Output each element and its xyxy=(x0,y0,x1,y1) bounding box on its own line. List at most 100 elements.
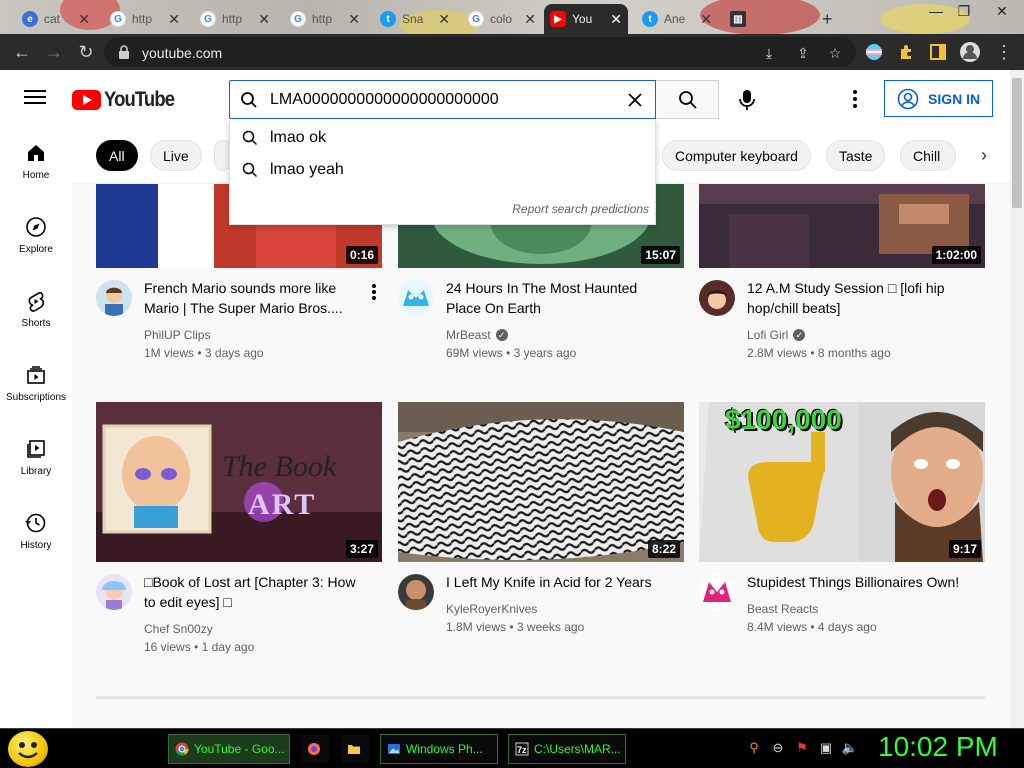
video-thumbnail[interactable]: 1:02:00 xyxy=(699,184,985,268)
sidebar-item-subscriptions[interactable]: Subscriptions xyxy=(0,348,72,414)
search-suggestion[interactable]: lmao ok xyxy=(230,123,657,153)
channel-avatar[interactable] xyxy=(96,574,132,610)
close-tab-icon[interactable]: ✕ xyxy=(700,11,712,28)
youtube-logo[interactable]: YouTube xyxy=(72,88,184,112)
channel-name[interactable]: MrBeast ✓ xyxy=(446,328,508,342)
channel-name-text[interactable]: Chef Sn00zy xyxy=(144,622,213,636)
start-button-smiley-icon[interactable] xyxy=(8,731,48,767)
video-thumbnail[interactable]: The Book ART 3:27 xyxy=(96,402,382,562)
page-scrollbar[interactable] xyxy=(1010,70,1024,728)
close-tab-icon[interactable]: ✕ xyxy=(168,11,180,28)
extension-flag-icon[interactable] xyxy=(865,43,883,61)
sidebar-item-shorts[interactable]: Shorts xyxy=(0,274,72,340)
browser-tab[interactable]: G http ✕ xyxy=(194,4,276,34)
close-tab-icon[interactable]: ✕ xyxy=(258,11,270,28)
video-title[interactable]: □Book of Lost art [Chapter 3: How to edi… xyxy=(144,572,364,612)
video-title[interactable]: Stupidest Things Billionaires Own! xyxy=(747,572,967,592)
browser-tab[interactable]: G colo ✕ xyxy=(462,4,542,34)
clear-search-icon[interactable] xyxy=(625,90,645,110)
settings-more-icon[interactable] xyxy=(845,87,865,111)
video-title[interactable]: 24 Hours In The Most Haunted Place On Ea… xyxy=(446,278,666,318)
install-app-icon[interactable]: ⤓ xyxy=(760,44,778,62)
minimize-icon[interactable]: — xyxy=(924,0,948,22)
close-tab-icon[interactable]: ✕ xyxy=(78,11,90,28)
video-menu-icon[interactable] xyxy=(366,282,382,302)
chip-live[interactable]: Live xyxy=(150,140,202,171)
report-predictions-link[interactable]: Report search predictions xyxy=(512,202,649,216)
back-icon[interactable]: ← xyxy=(10,40,34,64)
taskbar-item-7zip[interactable]: 7z C:\Users\MAR... xyxy=(508,734,626,764)
status-circle-tray-icon[interactable]: ⊖ xyxy=(770,740,786,756)
address-bar[interactable]: youtube.com ⤓ ⇪ ☆ xyxy=(104,37,856,67)
video-title[interactable]: 12 A.M Study Session □ [lofi hip hop/chi… xyxy=(747,278,967,318)
chevron-right-icon[interactable]: › xyxy=(972,143,996,167)
sidebar-item-home[interactable]: Home xyxy=(0,126,72,192)
extensions-puzzle-icon[interactable] xyxy=(897,43,915,61)
new-tab-button[interactable]: + xyxy=(816,4,840,34)
search-button[interactable] xyxy=(656,80,719,119)
chip-chill[interactable]: Chill xyxy=(900,140,956,171)
channel-avatar[interactable] xyxy=(398,574,434,610)
url-text[interactable]: youtube.com xyxy=(142,45,222,61)
flag-tray-icon[interactable]: ⚑ xyxy=(794,740,810,756)
close-tab-icon[interactable]: ✕ xyxy=(348,11,360,28)
chip-all[interactable]: All xyxy=(96,140,138,171)
search-input[interactable] xyxy=(270,89,610,111)
volume-tray-icon[interactable]: 🔈 xyxy=(842,740,858,756)
channel-name-text[interactable]: MrBeast xyxy=(446,328,491,342)
search-magnifier-tray-icon[interactable]: ⚲ xyxy=(746,740,762,756)
restore-icon[interactable]: ❐ xyxy=(952,0,976,22)
browser-tab[interactable]: t Sna ✕ xyxy=(374,4,456,34)
video-title[interactable]: I Left My Knife in Acid for 2 Years xyxy=(446,572,666,592)
scrollbar-thumb[interactable] xyxy=(1012,78,1022,208)
taskbar-item-windows-photo[interactable]: Windows Ph... xyxy=(380,734,498,764)
chip-taste[interactable]: Taste xyxy=(826,140,886,171)
channel-name-text[interactable]: PhilUP Clips xyxy=(144,328,210,342)
channel-name-text[interactable]: Beast Reacts xyxy=(747,602,818,616)
video-thumbnail[interactable]: $100,000 9:17 xyxy=(699,402,985,562)
channel-name[interactable]: Beast Reacts xyxy=(747,602,818,616)
window-close-icon[interactable]: ✕ xyxy=(990,0,1014,22)
sidebar-item-history[interactable]: History xyxy=(0,496,72,562)
channel-avatar[interactable] xyxy=(699,574,735,610)
video-title[interactable]: French Mario sounds more like Mario | Th… xyxy=(144,278,364,318)
sidebar-item-library[interactable]: Library xyxy=(0,422,72,488)
search-box[interactable] xyxy=(229,80,656,119)
browser-menu-icon[interactable]: ⋮ xyxy=(992,40,1016,64)
lock-icon[interactable] xyxy=(116,44,132,60)
channel-name[interactable]: Lofi Girl ✓ xyxy=(747,328,806,342)
close-tab-icon[interactable]: ✕ xyxy=(524,11,536,28)
channel-avatar[interactable] xyxy=(96,280,132,316)
channel-avatar[interactable] xyxy=(699,280,735,316)
channel-name[interactable]: KyleRoyerKnives xyxy=(446,602,537,616)
taskbar-item-firefox[interactable] xyxy=(300,734,330,764)
video-thumbnail[interactable]: 8:22 xyxy=(398,402,684,562)
profile-avatar-icon[interactable] xyxy=(959,41,981,63)
taskbar-clock[interactable]: 10:02 PM xyxy=(878,731,998,763)
side-panel-icon[interactable] xyxy=(929,43,947,61)
channel-avatar[interactable] xyxy=(398,280,434,316)
tab-search-icon[interactable]: ▥ xyxy=(724,4,750,34)
channel-name[interactable]: PhilUP Clips xyxy=(144,328,210,342)
search-suggestion[interactable]: lmao yeah xyxy=(230,155,657,185)
channel-name[interactable]: Chef Sn00zy xyxy=(144,622,213,636)
channel-name-text[interactable]: KyleRoyerKnives xyxy=(446,602,537,616)
sign-in-button[interactable]: SIGN IN xyxy=(884,80,993,117)
forward-icon[interactable]: → xyxy=(42,40,66,64)
taskbar-item-chrome[interactable]: YouTube - Goo... xyxy=(168,734,290,764)
close-tab-icon[interactable]: ✕ xyxy=(438,11,450,28)
hamburger-menu-icon[interactable] xyxy=(24,87,46,109)
reload-icon[interactable]: ↻ xyxy=(74,40,98,64)
bookmark-star-icon[interactable]: ☆ xyxy=(826,44,844,62)
browser-tab-active[interactable]: ▶ You ✕ xyxy=(544,4,628,34)
browser-tab[interactable]: e cat ✕ xyxy=(16,4,96,34)
close-tab-icon[interactable]: ✕ xyxy=(610,11,622,28)
channel-name-text[interactable]: Lofi Girl xyxy=(747,328,788,342)
browser-tab[interactable]: G http ✕ xyxy=(104,4,186,34)
sidebar-item-explore[interactable]: Explore xyxy=(0,200,72,266)
microphone-icon[interactable] xyxy=(733,86,761,114)
taskbar-item-folder[interactable] xyxy=(340,734,370,764)
chip-computer-keyboard[interactable]: Computer keyboard xyxy=(662,140,811,171)
network-tray-icon[interactable]: ▣ xyxy=(818,740,834,756)
browser-tab[interactable]: t Ane ✕ xyxy=(636,4,718,34)
